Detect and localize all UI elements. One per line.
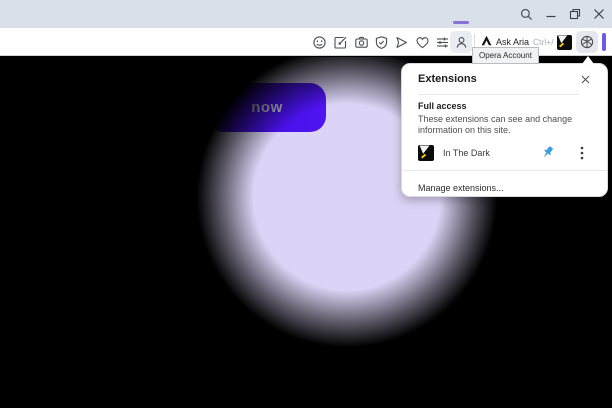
titlebar <box>0 0 612 28</box>
camera-icon[interactable] <box>351 32 371 52</box>
pin-icon[interactable] <box>538 144 556 162</box>
extension-name: In The Dark <box>443 147 490 158</box>
extensions-button[interactable] <box>576 31 598 53</box>
tooltip-text: Opera Account <box>479 51 532 60</box>
search-icon[interactable] <box>516 4 536 24</box>
extensions-popup: Extensions Full access These extensions … <box>401 63 608 197</box>
emoji-icon[interactable] <box>309 32 329 52</box>
opera-account-tooltip: Opera Account <box>472 47 539 64</box>
close-icon[interactable] <box>577 71 593 87</box>
extensions-popup-title: Extensions <box>418 73 477 85</box>
page-cta-label: now <box>251 99 283 116</box>
edit-icon[interactable] <box>330 32 350 52</box>
manage-extensions-link: Manage extensions... <box>418 182 504 193</box>
sidebar-indicator-bar[interactable] <box>602 33 606 51</box>
heart-icon[interactable] <box>412 32 432 52</box>
tune-icon[interactable] <box>432 32 452 52</box>
extension-row[interactable]: In The Dark <box>402 137 607 170</box>
full-access-section: Full access These extensions can see and… <box>402 95 607 137</box>
shield-check-icon[interactable] <box>371 32 391 52</box>
page-cta-button[interactable]: now <box>208 83 326 132</box>
manage-extensions-row[interactable]: Manage extensions... <box>402 171 607 197</box>
full-access-description: These extensions can see and change info… <box>418 114 573 136</box>
kebab-menu-icon[interactable] <box>573 144 591 162</box>
restore-button[interactable] <box>565 4 585 24</box>
minimize-button[interactable] <box>541 4 561 24</box>
popup-anchor-caret <box>582 56 594 64</box>
full-access-heading: Full access <box>418 101 467 111</box>
close-window-button[interactable] <box>589 4 609 24</box>
in-the-dark-extension-icon <box>418 144 434 161</box>
profile-button[interactable] <box>450 31 472 53</box>
profile-active-underline <box>453 21 469 24</box>
extensions-popup-header: Extensions <box>402 64 607 94</box>
in-the-dark-toolbar-icon[interactable] <box>554 32 574 52</box>
send-icon[interactable] <box>391 32 411 52</box>
ask-aria-label: Ask Aria <box>496 37 530 47</box>
ask-aria-shortcut: Ctrl+/ <box>533 37 554 47</box>
